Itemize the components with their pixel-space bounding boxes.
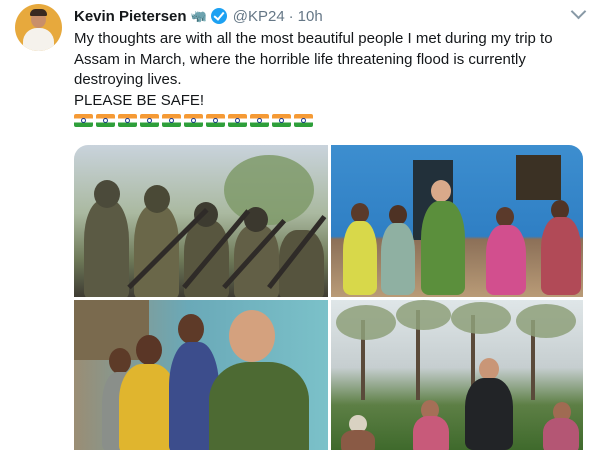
tweet-text-line: PLEASE BE SAFE! (74, 91, 205, 109)
tweet-text-line: My thoughts are with all the most beauti… (74, 30, 553, 88)
india-flag-icon (272, 114, 291, 127)
india-flag-icon (250, 114, 269, 127)
verified-badge-icon (210, 8, 227, 24)
tweet-photo-grid (74, 145, 583, 450)
india-flag-icon (140, 114, 159, 127)
avatar-hair (30, 9, 47, 16)
tweet-timestamp[interactable]: 10h (298, 8, 323, 25)
india-flag-icon (206, 114, 225, 127)
india-flag-icon (118, 114, 137, 127)
chevron-down-icon[interactable] (570, 3, 587, 20)
rhino-emoji-icon: 🦏 (190, 8, 207, 23)
avatar-shirt (23, 28, 54, 51)
profile-avatar[interactable] (15, 4, 62, 51)
children-portrait-photo[interactable] (74, 300, 328, 450)
tea-garden-photo[interactable] (331, 300, 583, 450)
india-flags-row (74, 114, 313, 127)
author-handle[interactable]: @KP24 (233, 8, 285, 25)
india-flag-icon (228, 114, 247, 127)
india-flag-icon (74, 114, 93, 127)
tweet-text: My thoughts are with all the most beauti… (74, 29, 584, 111)
armed-guards-photo[interactable] (74, 145, 328, 297)
india-flag-icon (162, 114, 181, 127)
india-flag-icon (184, 114, 203, 127)
separator-dot: · (288, 7, 294, 25)
india-flag-icon (294, 114, 313, 127)
author-name[interactable]: Kevin Pietersen (74, 8, 187, 25)
tweet-header: Kevin Pietersen 🦏 @KP24 · 10h (74, 6, 323, 26)
india-flag-icon (96, 114, 115, 127)
villagers-group-photo[interactable] (331, 145, 583, 297)
